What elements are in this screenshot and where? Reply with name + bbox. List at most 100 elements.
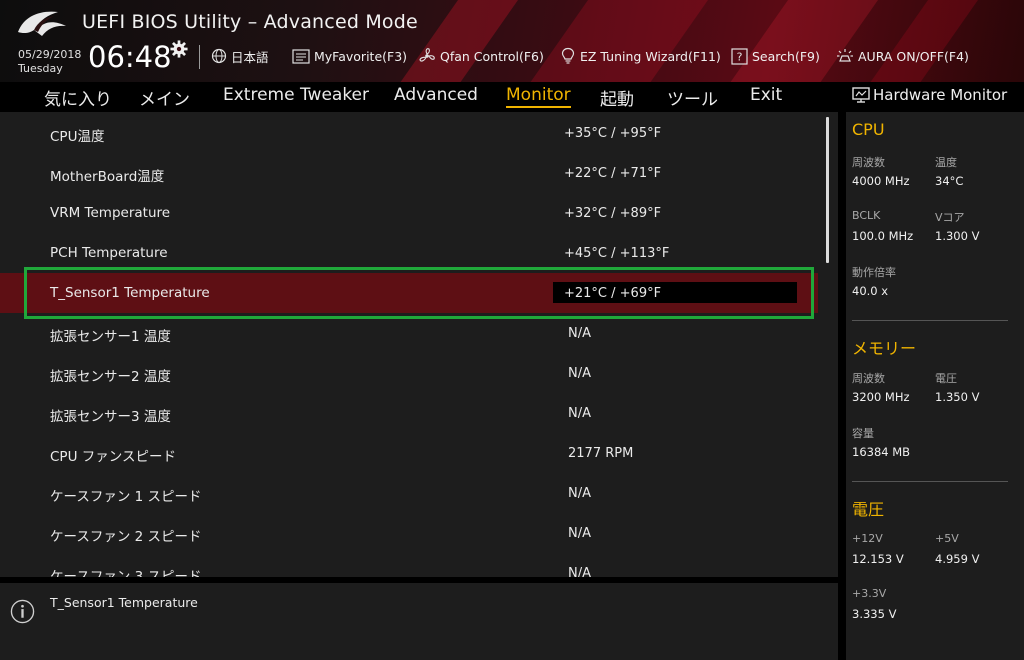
monitor-list: CPU温度 +35°C / +95°F MotherBoard温度 +22°C … [0, 112, 838, 577]
monitor-screen-icon [852, 87, 870, 103]
row-value: N/A [568, 366, 591, 381]
hw-3v3-value: 3.335 V [852, 607, 897, 621]
hardware-monitor-title-text: Hardware Monitor [873, 86, 1008, 104]
monitor-row-case-fan2-speed[interactable]: ケースファン 2 スピード N/A [0, 513, 818, 553]
monitor-row-cpu-temp[interactable]: CPU温度 +35°C / +95°F [0, 113, 818, 153]
list-scrollbar[interactable] [826, 117, 829, 263]
monitor-row-motherboard-temp[interactable]: MotherBoard温度 +22°C / +71°F [0, 153, 818, 193]
hw-cpu-bclk-label: BCLK [852, 209, 881, 222]
row-label: MotherBoard温度 [50, 169, 165, 185]
bios-window: UEFI BIOS Utility – Advanced Mode 05/29/… [0, 0, 1024, 660]
row-label: T_Sensor1 Temperature [50, 285, 210, 301]
search-label: Search(F9) [752, 48, 820, 64]
date-display: 05/29/2018 Tuesday [18, 48, 81, 76]
row-value: N/A [568, 326, 591, 341]
tab-favorites[interactable]: 気に入り [44, 85, 112, 110]
tab-monitor[interactable]: Monitor [506, 85, 571, 108]
monitor-row-ext-sensor2-temp[interactable]: 拡張センサー2 温度 N/A [0, 353, 818, 393]
row-value: +32°C / +89°F [564, 206, 662, 221]
hw-cpu-vcore-value: 1.300 V [935, 229, 980, 243]
info-icon [10, 599, 35, 624]
tab-main[interactable]: メイン [139, 85, 190, 110]
hw-5v-value: 4.959 V [935, 552, 980, 566]
row-label: 拡張センサー1 温度 [50, 329, 171, 345]
tab-advanced[interactable]: Advanced [394, 85, 478, 105]
gear-icon[interactable] [170, 40, 188, 58]
hw-cpu-ratio-label: 動作倍率 [852, 266, 896, 279]
monitor-row-case-fan1-speed[interactable]: ケースファン 1 スピード N/A [0, 473, 818, 513]
help-search-icon: ? [731, 47, 748, 65]
row-label: ケースファン 1 スピード [50, 489, 202, 505]
hw-cpu-freq-value: 4000 MHz [852, 174, 910, 188]
monitor-row-t-sensor1-temp[interactable]: T_Sensor1 Temperature +21°C / +69°F [0, 273, 818, 313]
row-value: 2177 RPM [568, 446, 634, 461]
fan-icon [419, 48, 435, 62]
hw-cpu-ratio-value: 40.0 x [852, 284, 889, 298]
hw-cpu-bclk-value: 100.0 MHz [852, 229, 914, 243]
hw-mem-cap-label: 容量 [852, 427, 874, 440]
row-value: +35°C / +95°F [564, 126, 662, 141]
language-button[interactable]: 日本語 [211, 46, 269, 66]
ez-tuning-wizard-button[interactable]: EZ Tuning Wizard(F11) [560, 46, 721, 66]
hw-cpu-heading: CPU [852, 120, 885, 139]
hardware-monitor-title: Hardware Monitor [852, 86, 1007, 104]
language-label: 日本語 [231, 49, 269, 65]
hw-mem-freq-label: 周波数 [852, 372, 885, 385]
aura-toggle-button[interactable]: AURA ON/OFF(F4) [836, 46, 969, 66]
monitor-row-vrm-temp[interactable]: VRM Temperature +32°C / +89°F [0, 193, 818, 233]
hw-section-divider [852, 481, 1008, 482]
hw-section-divider [852, 320, 1008, 321]
row-label: ケースファン 3 スピード [50, 569, 202, 577]
tab-boot[interactable]: 起動 [600, 85, 634, 110]
header-divider [199, 45, 200, 69]
row-label: ケースファン 2 スピード [50, 529, 202, 545]
clock-time: 06:48 [88, 40, 172, 74]
aura-light-icon [837, 49, 853, 62]
app-title: UEFI BIOS Utility – Advanced Mode [82, 11, 418, 33]
aura-label: AURA ON/OFF(F4) [858, 48, 969, 64]
hw-cpu-temp-value: 34°C [935, 174, 964, 188]
row-value: +22°C / +71°F [564, 166, 662, 181]
row-label: VRM Temperature [50, 205, 171, 221]
row-label: 拡張センサー2 温度 [50, 369, 171, 385]
row-value: N/A [568, 526, 591, 541]
help-panel: T_Sensor1 Temperature [0, 583, 838, 660]
tab-tool[interactable]: ツール [667, 85, 718, 110]
weekday-text: Tuesday [18, 62, 63, 75]
row-value: N/A [568, 406, 591, 421]
globe-icon [211, 48, 227, 64]
lightbulb-icon [561, 47, 575, 64]
monitor-row-case-fan3-speed[interactable]: ケースファン 3 スピード N/A [0, 553, 818, 577]
qfan-label: Qfan Control(F6) [440, 48, 544, 64]
hw-cpu-vcore-label: Vコア [935, 211, 965, 224]
search-button[interactable]: ? Search(F9) [731, 46, 820, 66]
hw-cpu-temp-label: 温度 [935, 156, 957, 169]
monitor-row-cpu-fan-speed[interactable]: CPU ファンスピード 2177 RPM [0, 433, 818, 473]
ez-tuning-label: EZ Tuning Wizard(F11) [580, 48, 721, 64]
monitor-row-ext-sensor1-temp[interactable]: 拡張センサー1 温度 N/A [0, 313, 818, 353]
tab-exit[interactable]: Exit [750, 85, 782, 105]
hw-3v3-label: +3.3V [852, 587, 887, 600]
hw-mem-volt-label: 電圧 [935, 372, 957, 385]
row-label: 拡張センサー3 温度 [50, 409, 171, 425]
myfavorite-button[interactable]: MyFavorite(F3) [292, 46, 407, 66]
row-value: N/A [568, 566, 591, 577]
tab-extreme-tweaker[interactable]: Extreme Tweaker [223, 85, 369, 105]
row-label: CPU ファンスピード [50, 449, 176, 465]
date-text: 05/29/2018 [18, 48, 82, 61]
list-document-icon [292, 48, 310, 64]
row-label: CPU温度 [50, 129, 105, 145]
hw-cpu-section: CPU 周波数 温度 4000 MHz 34°C BCLK Vコア 100.0 … [846, 112, 1024, 325]
monitor-row-pch-temp[interactable]: PCH Temperature +45°C / +113°F [0, 233, 818, 273]
hw-12v-label: +12V [852, 532, 883, 545]
hw-memory-heading: メモリー [852, 339, 917, 358]
svg-text:?: ? [737, 50, 743, 63]
hw-voltage-heading: 電圧 [852, 500, 885, 519]
qfan-control-button[interactable]: Qfan Control(F6) [418, 46, 544, 66]
hw-mem-cap-value: 16384 MB [852, 445, 911, 459]
hw-cpu-freq-label: 周波数 [852, 156, 885, 169]
hardware-monitor-panel: Hardware Monitor CPU 周波数 温度 4000 MHz 34°… [838, 82, 1024, 660]
hw-mem-volt-value: 1.350 V [935, 390, 980, 404]
monitor-row-ext-sensor3-temp[interactable]: 拡張センサー3 温度 N/A [0, 393, 818, 433]
hw-memory-section: メモリー 周波数 電圧 3200 MHz 1.350 V 容量 16384 MB [846, 325, 1024, 490]
